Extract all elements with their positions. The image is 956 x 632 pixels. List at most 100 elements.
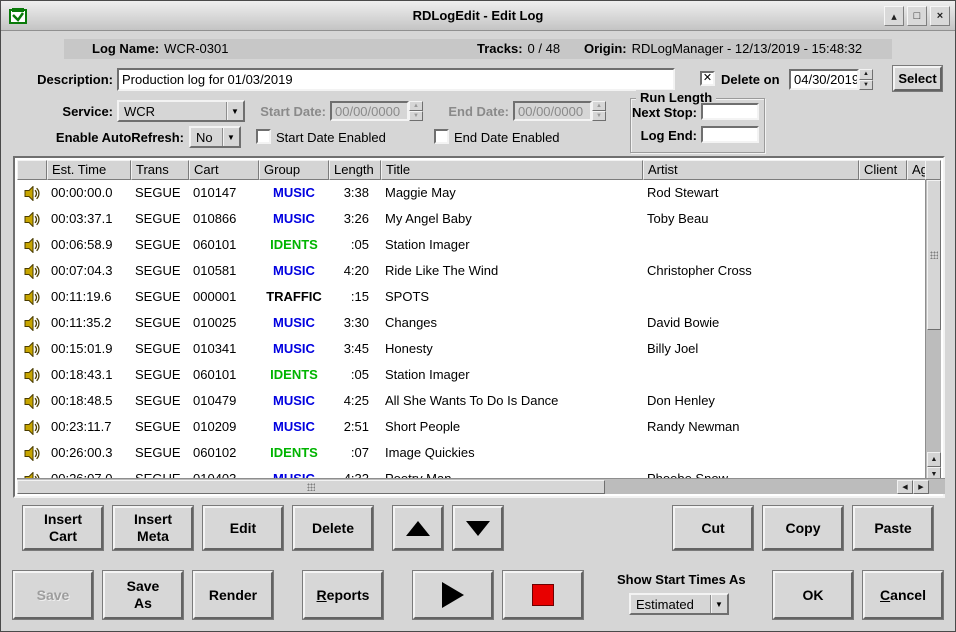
cell-group: MUSIC bbox=[259, 336, 329, 362]
combo-arrow-icon: ▼ bbox=[710, 595, 727, 613]
save-as-button[interactable]: Save As bbox=[103, 571, 183, 619]
horizontal-scrollbar[interactable]: ◀ ▶ bbox=[17, 478, 945, 494]
log-row[interactable]: 00:00:00.0SEGUE010147MUSIC3:38Maggie May… bbox=[17, 180, 929, 206]
cell-cart: 010866 bbox=[189, 206, 259, 232]
column-header-title[interactable]: Title bbox=[381, 160, 643, 180]
move-down-button[interactable] bbox=[453, 506, 503, 550]
log-row[interactable]: 00:06:58.9SEGUE060101IDENTS:05Station Im… bbox=[17, 232, 929, 258]
shade-icon[interactable]: ▴ bbox=[884, 6, 904, 26]
delete-date-spinner[interactable]: ▲ ▼ bbox=[859, 69, 873, 90]
log-row[interactable]: 00:18:48.5SEGUE010479MUSIC4:25All She Wa… bbox=[17, 388, 929, 414]
render-button[interactable]: Render bbox=[193, 571, 273, 619]
speaker-cell bbox=[17, 414, 47, 440]
column-header-icon[interactable] bbox=[17, 160, 47, 180]
log-row[interactable]: 00:03:37.1SEGUE010866MUSIC3:26My Angel B… bbox=[17, 206, 929, 232]
log-row[interactable]: 00:23:11.7SEGUE010209MUSIC2:51Short Peop… bbox=[17, 414, 929, 440]
column-header-est-time[interactable]: Est. Time bbox=[47, 160, 131, 180]
cell-client bbox=[859, 310, 907, 336]
paste-button[interactable]: Paste bbox=[853, 506, 933, 550]
spin-up-icon[interactable]: ▲ bbox=[859, 69, 873, 80]
cell-client bbox=[859, 388, 907, 414]
spin-down-icon: ▼ bbox=[592, 111, 606, 121]
start-times-combobox[interactable]: Estimated ▼ bbox=[629, 593, 729, 615]
cell-group: IDENTS bbox=[259, 440, 329, 466]
vscroll-thumb[interactable] bbox=[927, 180, 941, 330]
description-input[interactable]: Production log for 01/03/2019 bbox=[117, 68, 675, 91]
speaker-cell bbox=[17, 284, 47, 310]
select-date-button[interactable]: Select bbox=[893, 66, 942, 91]
play-button[interactable] bbox=[413, 571, 493, 619]
column-header-artist[interactable]: Artist bbox=[643, 160, 859, 180]
save-button: Save bbox=[13, 571, 93, 619]
column-header-group[interactable]: Group bbox=[259, 160, 329, 180]
column-header-length[interactable]: Length bbox=[329, 160, 381, 180]
speaker-cell bbox=[17, 310, 47, 336]
log-name-value: WCR-0301 bbox=[164, 41, 228, 56]
vertical-scrollbar[interactable]: ▲ ▼ bbox=[925, 180, 941, 482]
cell-time: 00:03:37.1 bbox=[47, 206, 131, 232]
cell-cart: 010209 bbox=[189, 414, 259, 440]
insert-meta-button[interactable]: Insert Meta bbox=[113, 506, 193, 550]
cell-trans: SEGUE bbox=[131, 180, 189, 206]
autorefresh-combobox[interactable]: No ▼ bbox=[189, 126, 241, 148]
column-header-trans[interactable]: Trans bbox=[131, 160, 189, 180]
copy-button[interactable]: Copy bbox=[763, 506, 843, 550]
cell-artist: Randy Newman bbox=[643, 414, 859, 440]
cell-artist: Billy Joel bbox=[643, 336, 859, 362]
hscroll-thumb[interactable] bbox=[17, 480, 605, 494]
log-row[interactable]: 00:18:43.1SEGUE060101IDENTS:05Station Im… bbox=[17, 362, 929, 388]
delete-on-checkbox[interactable]: ✕ bbox=[700, 71, 715, 86]
cell-group: IDENTS bbox=[259, 232, 329, 258]
end-date-enabled-checkbox[interactable] bbox=[434, 129, 449, 144]
run-length-groupbox: Run Length Next Stop: Log End: bbox=[630, 98, 765, 153]
cell-group: MUSIC bbox=[259, 388, 329, 414]
log-row[interactable]: 00:26:00.3SEGUE060102IDENTS:07Image Quic… bbox=[17, 440, 929, 466]
scroll-right-icon[interactable]: ▶ bbox=[913, 480, 929, 494]
column-header-cart[interactable]: Cart bbox=[189, 160, 259, 180]
spin-down-icon: ▼ bbox=[409, 111, 423, 121]
cell-trans: SEGUE bbox=[131, 232, 189, 258]
scroll-left-icon[interactable]: ◀ bbox=[897, 480, 913, 494]
delete-button[interactable]: Delete bbox=[293, 506, 373, 550]
combo-arrow-icon: ▼ bbox=[222, 128, 239, 146]
cell-artist: Toby Beau bbox=[643, 206, 859, 232]
close-icon[interactable]: × bbox=[930, 6, 950, 26]
delete-date-input[interactable]: 04/30/2019 bbox=[789, 69, 859, 90]
start-date-enabled-checkbox[interactable] bbox=[256, 129, 271, 144]
scroll-grip-icon bbox=[930, 251, 938, 259]
tracks-value: 0 / 48 bbox=[528, 41, 561, 56]
stop-button[interactable] bbox=[503, 571, 583, 619]
spin-down-icon[interactable]: ▼ bbox=[859, 80, 873, 91]
titlebar[interactable]: RDLogEdit - Edit Log ▴ □ × bbox=[1, 1, 955, 31]
speaker-icon bbox=[24, 212, 41, 227]
cell-len: 3:38 bbox=[329, 180, 381, 206]
insert-cart-button[interactable]: Insert Cart bbox=[23, 506, 103, 550]
scroll-up-icon[interactable]: ▲ bbox=[927, 452, 941, 467]
log-row[interactable]: 00:15:01.9SEGUE010341MUSIC3:45HonestyBil… bbox=[17, 336, 929, 362]
speaker-icon bbox=[24, 290, 41, 305]
service-combobox[interactable]: WCR ▼ bbox=[117, 100, 245, 122]
log-row[interactable]: 00:11:19.6SEGUE000001TRAFFIC:15SPOTS bbox=[17, 284, 929, 310]
cell-title: Station Imager bbox=[381, 362, 643, 388]
cell-cart: 000001 bbox=[189, 284, 259, 310]
reports-button[interactable]: Reports bbox=[303, 571, 383, 619]
maximize-icon[interactable]: □ bbox=[907, 6, 927, 26]
cell-trans: SEGUE bbox=[131, 258, 189, 284]
play-icon bbox=[442, 582, 464, 608]
edit-button[interactable]: Edit bbox=[203, 506, 283, 550]
window-controls: ▴ □ × bbox=[884, 6, 950, 26]
ok-button[interactable]: OK bbox=[773, 571, 853, 619]
cancel-button[interactable]: Cancel bbox=[863, 571, 943, 619]
cell-client bbox=[859, 206, 907, 232]
column-header-client[interactable]: Client bbox=[859, 160, 907, 180]
speaker-cell bbox=[17, 440, 47, 466]
cell-group: MUSIC bbox=[259, 206, 329, 232]
cut-button[interactable]: Cut bbox=[673, 506, 753, 550]
start-date-spinner: ▲ ▼ bbox=[409, 101, 423, 121]
move-up-button[interactable] bbox=[393, 506, 443, 550]
tracks: Tracks:0 / 48 bbox=[477, 41, 560, 56]
log-row[interactable]: 00:11:35.2SEGUE010025MUSIC3:30ChangesDav… bbox=[17, 310, 929, 336]
cell-client bbox=[859, 258, 907, 284]
cell-len: :07 bbox=[329, 440, 381, 466]
log-row[interactable]: 00:07:04.3SEGUE010581MUSIC4:20Ride Like … bbox=[17, 258, 929, 284]
